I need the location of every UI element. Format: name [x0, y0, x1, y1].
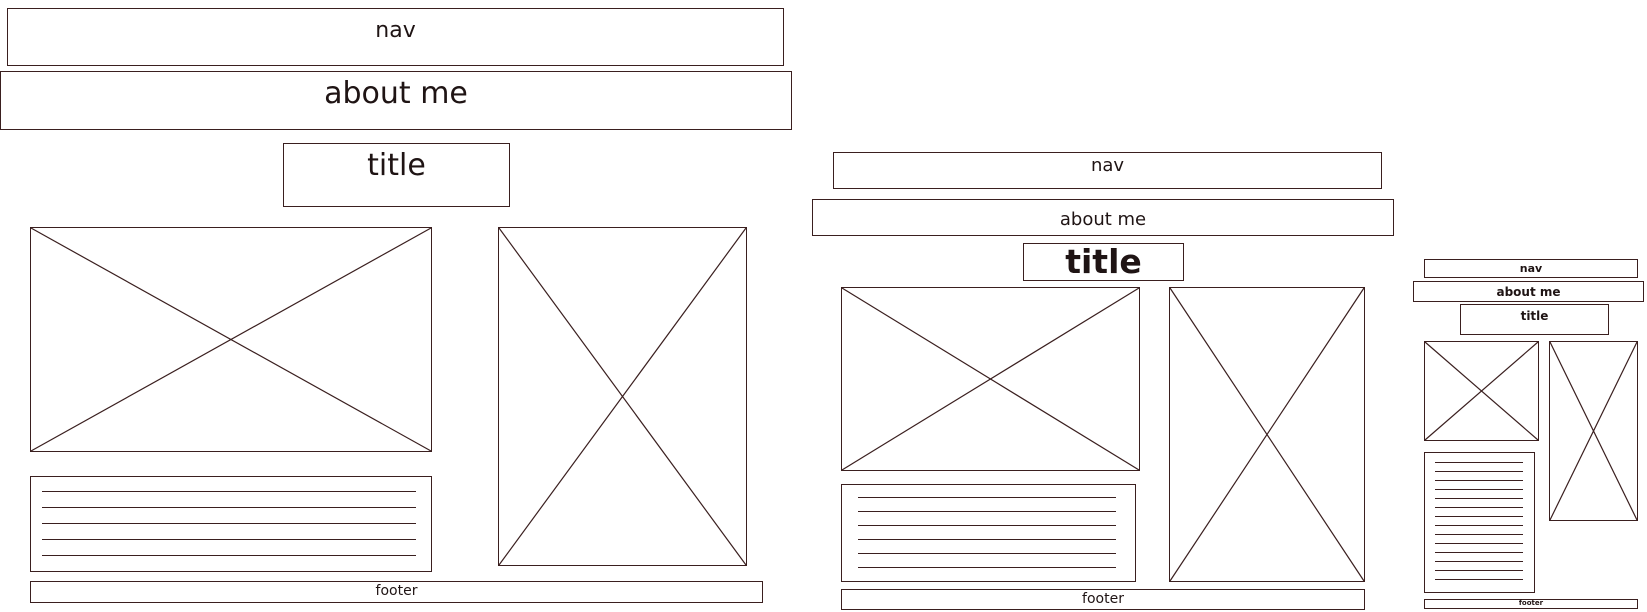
nav-bar: nav: [7, 8, 784, 66]
about-me-section: about me: [812, 199, 1394, 236]
text-line: [858, 525, 1116, 526]
text-line: [1435, 507, 1523, 508]
image-placeholder-cross: [499, 228, 746, 565]
about-me-section: about me: [0, 71, 792, 130]
text-line: [858, 539, 1116, 540]
image-placeholder-landscape: [1424, 341, 1539, 441]
nav-label: nav: [1090, 155, 1125, 176]
text-line: [1435, 480, 1523, 481]
nav-bar: nav: [1424, 259, 1638, 278]
text-line: [1435, 516, 1523, 517]
footer-bar: footer: [1424, 599, 1638, 609]
about-me-label: about me: [1059, 209, 1147, 230]
footer-bar: footer: [30, 581, 763, 603]
title-box: title: [1460, 304, 1609, 335]
title-label: title: [367, 148, 426, 183]
text-line: [42, 539, 416, 540]
image-placeholder-cross: [1425, 342, 1538, 440]
image-placeholder-landscape: [30, 227, 432, 452]
image-placeholder-cross: [842, 288, 1139, 470]
text-line: [1435, 552, 1523, 553]
footer-label: footer: [1518, 599, 1544, 607]
image-placeholder-cross: [31, 228, 431, 451]
image-placeholder-cross: [1550, 342, 1637, 520]
text-line: [858, 567, 1116, 568]
about-me-label: about me: [1496, 285, 1561, 299]
text-line: [1435, 561, 1523, 562]
title-label: title: [1520, 309, 1549, 323]
text-line: [1435, 579, 1523, 580]
title-box: title: [283, 143, 510, 207]
text-line: [1435, 471, 1523, 472]
image-placeholder-portrait: [498, 227, 747, 566]
nav-label: nav: [375, 18, 416, 43]
title-box: title: [1023, 242, 1184, 281]
text-line: [1435, 534, 1523, 535]
text-line: [1435, 462, 1523, 463]
about-me-section: about me: [1413, 281, 1644, 302]
text-line: [42, 523, 416, 524]
image-placeholder-landscape: [841, 287, 1140, 471]
image-placeholder-portrait: [1549, 341, 1638, 521]
text-block: [30, 476, 432, 572]
footer-label: footer: [1082, 591, 1124, 607]
about-me-label: about me: [324, 76, 468, 111]
text-line: [858, 553, 1116, 554]
text-line: [1435, 489, 1523, 490]
text-line: [42, 507, 416, 508]
text-line: [858, 497, 1116, 498]
title-label: title: [1065, 242, 1142, 281]
footer-label: footer: [375, 583, 418, 599]
nav-bar: nav: [833, 152, 1382, 189]
text-block: [841, 484, 1136, 582]
text-block: [1424, 452, 1535, 593]
nav-label: nav: [1519, 262, 1543, 275]
text-line: [1435, 498, 1523, 499]
image-placeholder-cross: [1170, 288, 1364, 581]
text-line: [1435, 570, 1523, 571]
footer-bar: footer: [841, 589, 1365, 610]
text-line: [42, 491, 416, 492]
text-line: [42, 555, 416, 556]
text-line: [858, 511, 1116, 512]
image-placeholder-portrait: [1169, 287, 1365, 582]
text-line: [1435, 525, 1523, 526]
text-line: [1435, 543, 1523, 544]
